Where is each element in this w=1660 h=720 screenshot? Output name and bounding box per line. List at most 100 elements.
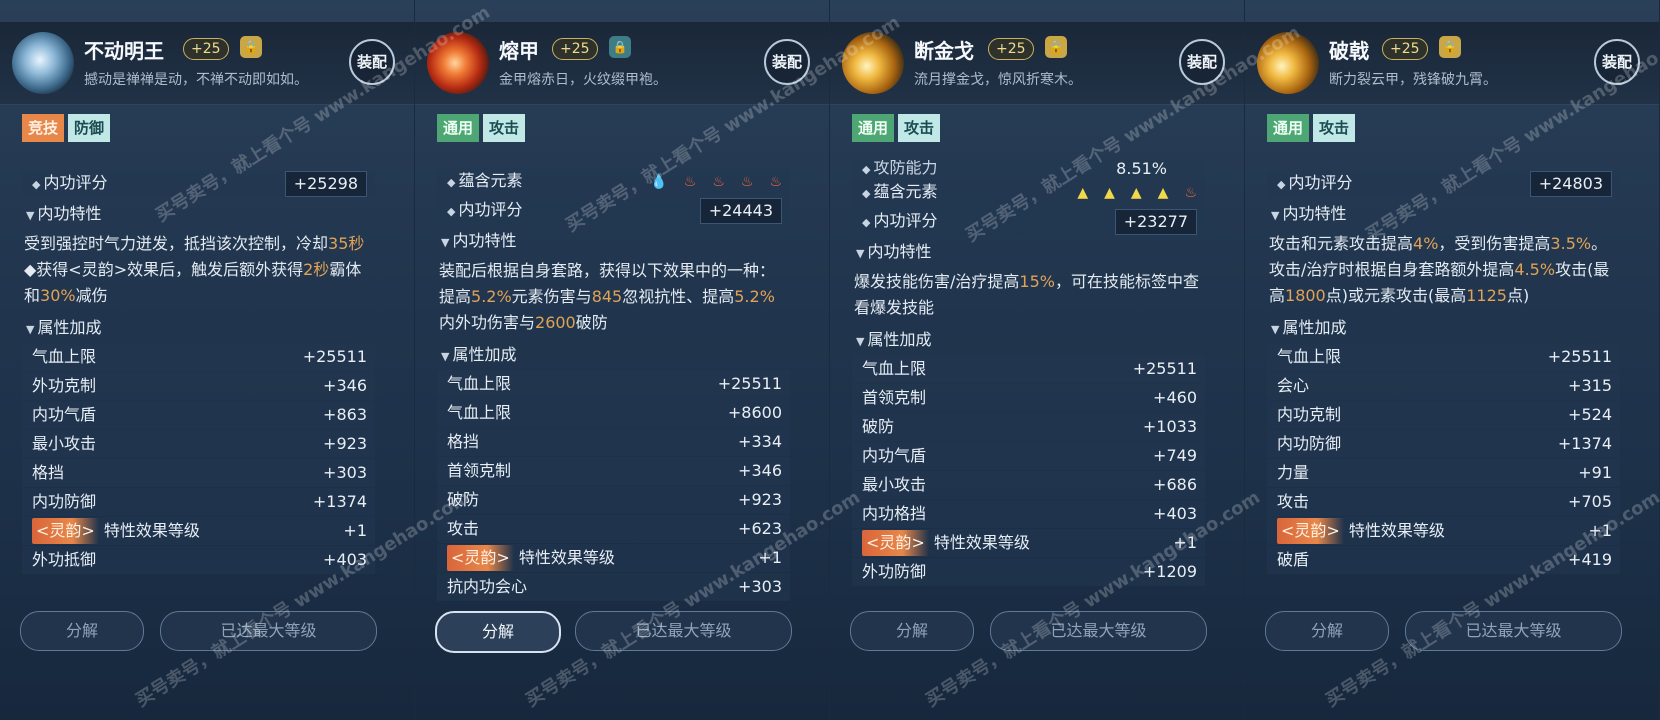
lingyun-row: <灵韵> 特性效果等级 +1 [852, 529, 1205, 557]
decompose-button[interactable]: 分解 [435, 611, 561, 653]
detail-scroll[interactable]: ◆ 内功评分 +24803 ▼ 内功特性 攻击和元素攻击提高4%，受到伤害提高3.5… [1267, 170, 1620, 575]
gear-panel-4: 破戟 +25 🔒 断力裂云甲，残锋破九霄。 装配 通用 攻击 ◆ 内功评分 +24… [1245, 0, 1660, 720]
max-level-button[interactable]: 已达最大等级 [160, 611, 377, 651]
fire-icon: ♨ [740, 174, 754, 190]
equip-button[interactable]: 装配 [1594, 39, 1640, 85]
item-header: 不动明王 +25 🔒 撼动是禅禅是动，不禅不动即如如。 装配 [0, 22, 414, 105]
attr-label: 属性加成 [37, 318, 102, 337]
decompose-button[interactable]: 分解 [850, 611, 974, 651]
lock-icon[interactable]: 🔒 [240, 36, 262, 58]
caret-down-icon: ▼ [1271, 323, 1280, 336]
caret-down-icon: ▼ [1271, 209, 1280, 222]
attr-header[interactable]: ▼ 属性加成 [852, 325, 1205, 355]
attr-header[interactable]: ▼ 属性加成 [22, 313, 375, 343]
attr-row: 内功格挡 +403 [852, 500, 1205, 528]
caret-down-icon: ▼ [441, 236, 450, 249]
fire-icon: ♨ [712, 174, 725, 190]
item-description: 断力裂云甲，残锋破九霄。 [1329, 72, 1497, 88]
attr-row: 外功防御 +1209 [852, 558, 1205, 586]
trait-header[interactable]: ▼ 内功特性 [22, 199, 375, 229]
diamond-icon: ◆ [862, 187, 871, 200]
element-label: 蕴含元素 [873, 182, 938, 201]
element-label: 蕴含元素 [458, 171, 523, 190]
action-bar: 分解 已达最大等级 [1265, 611, 1622, 651]
action-bar: 分解 已达最大等级 [435, 611, 792, 653]
detail-scroll[interactable]: ◆ 内功评分 +25298 ▼ 内功特性 受到强控时气力迸发，抵挡该次控制，冷却35… [22, 170, 375, 575]
attr-row: 首领克制 +346 [437, 457, 790, 485]
trait-label: 内功特性 [1282, 204, 1347, 223]
caret-down-icon: ▼ [856, 247, 865, 260]
trait-text: 攻击和元素攻击提高4%，受到伤害提高3.5%。攻击/治疗时根据自身套路额外提高4… [1269, 234, 1610, 305]
decompose-button[interactable]: 分解 [1265, 611, 1389, 651]
score-value: +24803 [1529, 171, 1612, 197]
attr-header[interactable]: ▼ 属性加成 [1267, 313, 1620, 343]
trait-label: 内功特性 [452, 231, 517, 250]
attr-header[interactable]: ▼ 属性加成 [437, 340, 790, 370]
action-bar: 分解 已达最大等级 [850, 611, 1207, 651]
tag-list: 竞技 防御 [22, 114, 111, 142]
lock-icon[interactable]: 🔒 [609, 36, 631, 58]
caret-down-icon: ▼ [441, 350, 450, 363]
water-drop-icon: 💧 [650, 174, 668, 190]
item-icon [1257, 32, 1319, 94]
thunder-icon: ▲ [1130, 185, 1142, 201]
attr-row: 破盾 +419 [1267, 546, 1620, 574]
attr-row: 攻击 +623 [437, 515, 790, 543]
attr-row: 外功克制 +346 [22, 372, 375, 400]
trait-text: 装配后根据自身套路，获得以下效果中的一种：提高5.2%元素伤害与845忽视抗性、… [439, 261, 776, 332]
score-value: +25298 [284, 171, 367, 197]
attr-row: 首领克制 +460 [852, 384, 1205, 412]
tag-attack: 攻击 [483, 114, 526, 142]
max-level-button[interactable]: 已达最大等级 [1405, 611, 1622, 651]
level-badge: +25 [1382, 38, 1428, 60]
attr-row: 最小攻击 +686 [852, 471, 1205, 499]
tag-general: 通用 [852, 114, 895, 142]
attr-row: 气血上限 +25511 [437, 370, 790, 398]
tag-list: 通用 攻击 [1267, 114, 1356, 142]
trait-header[interactable]: ▼ 内功特性 [1267, 199, 1620, 229]
item-name: 不动明王 [84, 39, 164, 63]
diamond-icon: ◆ [862, 216, 871, 229]
level-badge: +25 [988, 38, 1034, 60]
score-row: ◆ 内功评分 +24443 [437, 197, 790, 225]
attr-label: 属性加成 [452, 345, 517, 364]
score-row: ◆ 内功评分 +23277 [852, 208, 1205, 236]
tag-attack: 攻击 [898, 114, 941, 142]
decompose-button[interactable]: 分解 [20, 611, 144, 651]
thunder-icon: ▲ [1077, 185, 1089, 201]
lingyun-row: <灵韵> 特性效果等级 +1 [22, 517, 375, 545]
attr-row: 力量 +91 [1267, 459, 1620, 487]
detail-scroll[interactable]: ◆ 蕴含元素 💧 ♨ ♨ ♨ ♨ ◆ 内功评分 +24443 ▼ 内功特性 装配后根据… [437, 168, 790, 602]
equip-button[interactable]: 装配 [349, 39, 395, 85]
item-description: 金甲熔赤日，火纹缀甲袍。 [499, 72, 667, 88]
attr-row: 格挡 +303 [22, 459, 375, 487]
detail-scroll[interactable]: ◆ 攻防能力 8.51% ◆ 蕴含元素 ▲ ▲ ▲ ▲ ♨ ◆ 内功评分 +23277… [852, 160, 1205, 587]
trait-label: 内功特性 [37, 204, 102, 223]
attr-row: 内功防御 +1374 [1267, 430, 1620, 458]
attr-row: 内功克制 +524 [1267, 401, 1620, 429]
diamond-icon: ◆ [32, 178, 41, 191]
fire-icon: ♨ [1184, 185, 1197, 201]
lock-icon[interactable]: 🔒 [1439, 36, 1461, 58]
attr-row: 破防 +1033 [852, 413, 1205, 441]
trait-header[interactable]: ▼ 内功特性 [437, 226, 790, 256]
trait-header[interactable]: ▼ 内功特性 [852, 237, 1205, 267]
element-row: ◆ 蕴含元素 ▲ ▲ ▲ ▲ ♨ [852, 179, 1205, 207]
attr-label: 属性加成 [867, 330, 932, 349]
gear-panel-1: 不动明王 +25 🔒 撼动是禅禅是动，不禅不动即如如。 装配 竞技 防御 ◆ 内功… [0, 0, 415, 720]
attr-row: 气血上限 +25511 [852, 355, 1205, 383]
max-level-button[interactable]: 已达最大等级 [575, 611, 792, 651]
attr-row: 内功防御 +1374 [22, 488, 375, 516]
item-description: 流月撑金戈，惊风折寒木。 [914, 72, 1082, 88]
max-level-button[interactable]: 已达最大等级 [990, 611, 1207, 651]
tag-attack: 攻击 [1313, 114, 1356, 142]
level-badge: +25 [183, 38, 229, 60]
attr-row: 最小攻击 +923 [22, 430, 375, 458]
tag-pvp: 竞技 [22, 114, 65, 142]
equip-button[interactable]: 装配 [764, 39, 810, 85]
lock-icon[interactable]: 🔒 [1045, 36, 1067, 58]
tag-list: 通用 攻击 [852, 114, 941, 142]
equip-button[interactable]: 装配 [1179, 39, 1225, 85]
score-label: 内功评分 [873, 211, 938, 230]
attr-row: 会心 +315 [1267, 372, 1620, 400]
